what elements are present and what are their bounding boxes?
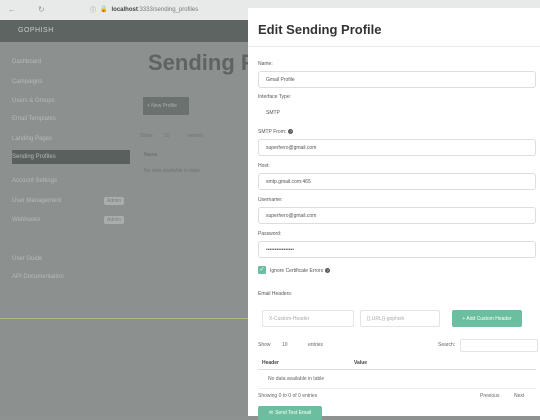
host-input[interactable]: smtp.gmail.com:465 [258,173,536,190]
value-input[interactable]: {{.URL}}-gophish [360,310,440,327]
host-label: Host: [258,163,270,169]
page-info-icon[interactable]: ⓘ [90,5,96,14]
admin-badge: Admin [104,216,125,224]
page-title: Sending P [148,50,256,75]
entries-label: entries [188,133,204,139]
sidebar-item-dashboard[interactable]: Dashboard [12,59,41,65]
show-label: Show [140,133,153,139]
modal-header-divider [248,46,540,47]
value-column[interactable]: Value [354,360,367,366]
table-header-divider [258,369,536,370]
edit-sending-profile-modal: Edit Sending Profile Name: Gmail Profile… [248,8,540,420]
sidebar-item-email-templates[interactable]: Email Templates [12,116,56,122]
modal-title: Edit Sending Profile [258,22,382,37]
sidebar-item-landing-pages[interactable]: Landing Pages [12,136,52,142]
username-label: Username: [258,197,283,203]
next-button[interactable]: Next [514,393,524,399]
username-input[interactable]: superhero@gmail.com [258,207,536,224]
search-label: Search: [438,342,456,348]
lock-icon: 🔓 [100,7,108,13]
ignore-cert-label: Ignore Certificate Errors? [270,268,331,274]
entries-label: entries [308,342,324,348]
name-label: Name: [258,61,273,67]
interface-type-field[interactable]: SMTP [258,104,536,121]
no-data-text: No data available in table [268,376,325,382]
reload-icon[interactable]: ↻ [38,5,45,14]
previous-button[interactable]: Previous [480,393,499,399]
smtp-from-input[interactable]: superhero@gmail.com [258,139,536,156]
sidebar-item-api-docs[interactable]: API Documentation [12,274,64,280]
sidebar-item-campaigns[interactable]: Campaigns [12,79,42,85]
add-custom-header-button[interactable]: + Add Custom Header [452,310,522,327]
sidebar-item-webhooks[interactable]: Webhooks [12,217,40,223]
envelope-icon: ✉ [268,410,274,416]
new-profile-button[interactable]: + New Profile [143,97,189,115]
email-headers-label: Email Headers: [258,291,293,297]
header-column[interactable]: Header [262,360,279,366]
header-input[interactable]: X-Custom-Header [262,310,354,327]
table-row-divider [258,388,536,389]
password-input[interactable]: •••••••••••••••• [258,241,536,258]
ignore-cert-checkbox[interactable]: ✓ [258,266,266,274]
url-text: localhost:3333/sending_profiles [111,6,199,13]
sidebar-item-account-settings[interactable]: Account Settings [12,178,57,184]
address-bar[interactable]: ⓘ 🔓 localhost:3333/sending_profiles [90,4,250,15]
show-label: Show [258,342,271,348]
sidebar-item-users-groups[interactable]: Users & Groups [12,98,55,104]
help-icon[interactable]: ? [288,129,294,134]
sidebar-item-user-guide[interactable]: User Guide [12,256,42,262]
password-label: Password: [258,231,282,237]
sidebar-item-user-management[interactable]: User Management [12,198,61,204]
brand-logo: GOPHISH [18,27,54,34]
back-icon[interactable]: ← [8,5,16,14]
interface-type-label: Interface Type: [258,94,291,100]
showing-entries-text: Showing 0 to 0 of 0 entries [258,393,318,399]
sidebar-item-sending-profiles[interactable]: Sending Profiles [12,154,56,160]
show-count-select[interactable]: 10 [282,342,288,348]
name-input[interactable]: Gmail Profile [258,71,536,88]
help-icon[interactable]: ? [325,268,331,273]
divider [0,318,248,319]
search-input[interactable] [460,339,538,352]
name-column-header: Name [144,152,158,158]
no-data-text: No data available in table [144,168,201,174]
admin-badge: Admin [104,197,125,205]
smtp-from-label: SMTP From:? [258,129,294,135]
show-count: 10 [164,133,170,139]
send-test-email-button[interactable]: ✉ Send Test Email [258,406,322,420]
